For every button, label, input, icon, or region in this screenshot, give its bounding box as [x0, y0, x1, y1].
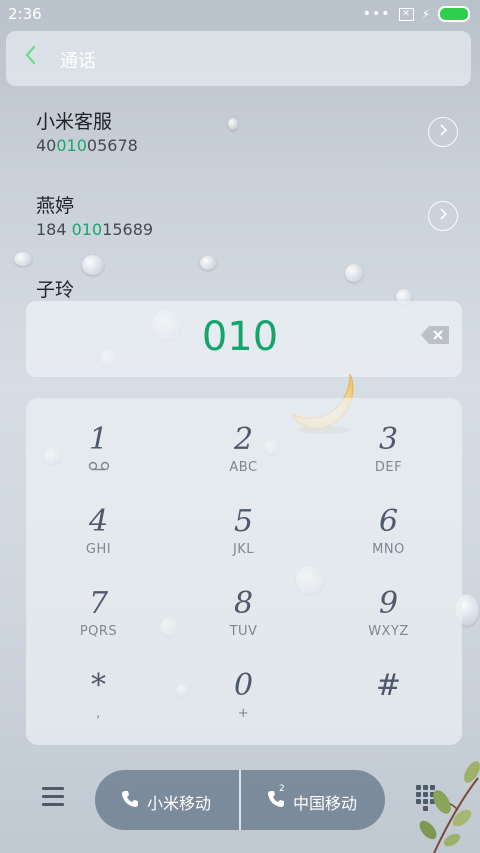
- key-digit: 7: [88, 586, 109, 621]
- key-3[interactable]: 3 DEF: [316, 398, 461, 480]
- key-digit: 6: [378, 504, 399, 539]
- bottom-bar: 小米移动 2 中国移动: [0, 762, 480, 853]
- key-2[interactable]: 2 ABC: [171, 398, 316, 480]
- key-letters: ABC: [229, 460, 258, 475]
- key-digit: 4: [88, 504, 109, 539]
- dialed-number-panel: 010: [26, 301, 462, 377]
- key-letters: TUV: [229, 624, 258, 639]
- contact-result[interactable]: 燕婷 184 01015689: [36, 191, 466, 261]
- key-7[interactable]: 7 PQRS: [26, 562, 171, 644]
- contact-number: 184 01015689: [36, 220, 154, 239]
- key-digit: #: [375, 668, 402, 703]
- key-6[interactable]: 6 MNO: [316, 480, 461, 562]
- contact-detail-button[interactable]: [428, 201, 458, 231]
- raindrop: [14, 252, 32, 266]
- sim1-label: 小米移动: [147, 794, 212, 813]
- key-digit: 3: [378, 422, 399, 457]
- key-letters: MNO: [372, 542, 405, 557]
- contact-name: 燕婷: [36, 195, 75, 217]
- key-digit: *: [91, 668, 106, 703]
- sim2-label: 中国移动: [293, 794, 358, 813]
- back-chevron-icon[interactable]: [24, 44, 36, 71]
- key-5[interactable]: 5 JKL: [171, 480, 316, 562]
- phone-icon: [121, 790, 139, 808]
- key-0[interactable]: 0 +: [171, 644, 316, 726]
- contact-name: 小米客服: [36, 111, 113, 133]
- key-digit: 1: [88, 422, 109, 457]
- sim2-badge: 2: [279, 784, 285, 794]
- dialed-number: 010: [201, 314, 279, 360]
- voicemail-icon: [26, 460, 171, 475]
- backspace-icon[interactable]: [420, 325, 450, 345]
- key-letters: DEF: [374, 460, 403, 475]
- sim-call-buttons: 小米移动 2 中国移动: [95, 770, 385, 830]
- key-8[interactable]: 8 TUV: [171, 562, 316, 644]
- key-letters: GHI: [85, 542, 112, 557]
- status-icons: ••• ✕ ⚡: [363, 6, 470, 22]
- contact-result[interactable]: 小米客服 4001005678: [36, 107, 466, 177]
- key-4[interactable]: 4 GHI: [26, 480, 171, 562]
- key-letters: WXYZ: [368, 624, 409, 639]
- charging-icon: ⚡: [421, 7, 430, 21]
- key-digit: 8: [233, 586, 254, 621]
- key-digit: 2: [233, 422, 254, 457]
- contact-detail-button[interactable]: [428, 117, 458, 147]
- status-bar: 2:36 ••• ✕ ⚡: [0, 0, 480, 28]
- key-digit: 5: [233, 504, 254, 539]
- key-letters: ,: [96, 706, 101, 721]
- title-bar: 通话: [6, 31, 471, 86]
- more-notifications-icon: •••: [362, 6, 391, 22]
- contact-result[interactable]: 子玲: [36, 275, 466, 299]
- key-letters: JKL: [232, 542, 255, 557]
- contact-name: 子玲: [36, 279, 75, 299]
- key-9[interactable]: 9 WXYZ: [316, 562, 461, 644]
- battery-icon: [438, 6, 470, 22]
- key-letters: PQRS: [79, 624, 118, 639]
- key-letters: +: [237, 706, 250, 721]
- plant-decoration: [419, 761, 480, 853]
- key-star[interactable]: * ,: [26, 644, 171, 726]
- call-sim1-button[interactable]: 小米移动: [95, 770, 239, 830]
- phone-icon: 2: [267, 784, 285, 808]
- page-title: 通话: [60, 51, 96, 72]
- status-time: 2:36: [8, 5, 42, 23]
- no-sim-icon: ✕: [398, 7, 414, 21]
- call-sim2-button[interactable]: 2 中国移动: [241, 770, 385, 830]
- dial-keypad: 1 2 ABC 3 DEF 4 GHI 5 JKL 6 MNO 7 PQRS 8…: [26, 398, 462, 745]
- contact-number: 4001005678: [36, 136, 138, 155]
- menu-icon[interactable]: [42, 787, 66, 807]
- key-digit: 9: [378, 586, 399, 621]
- key-hash[interactable]: #: [316, 644, 461, 726]
- key-1[interactable]: 1: [26, 398, 171, 480]
- key-digit: 0: [233, 668, 254, 703]
